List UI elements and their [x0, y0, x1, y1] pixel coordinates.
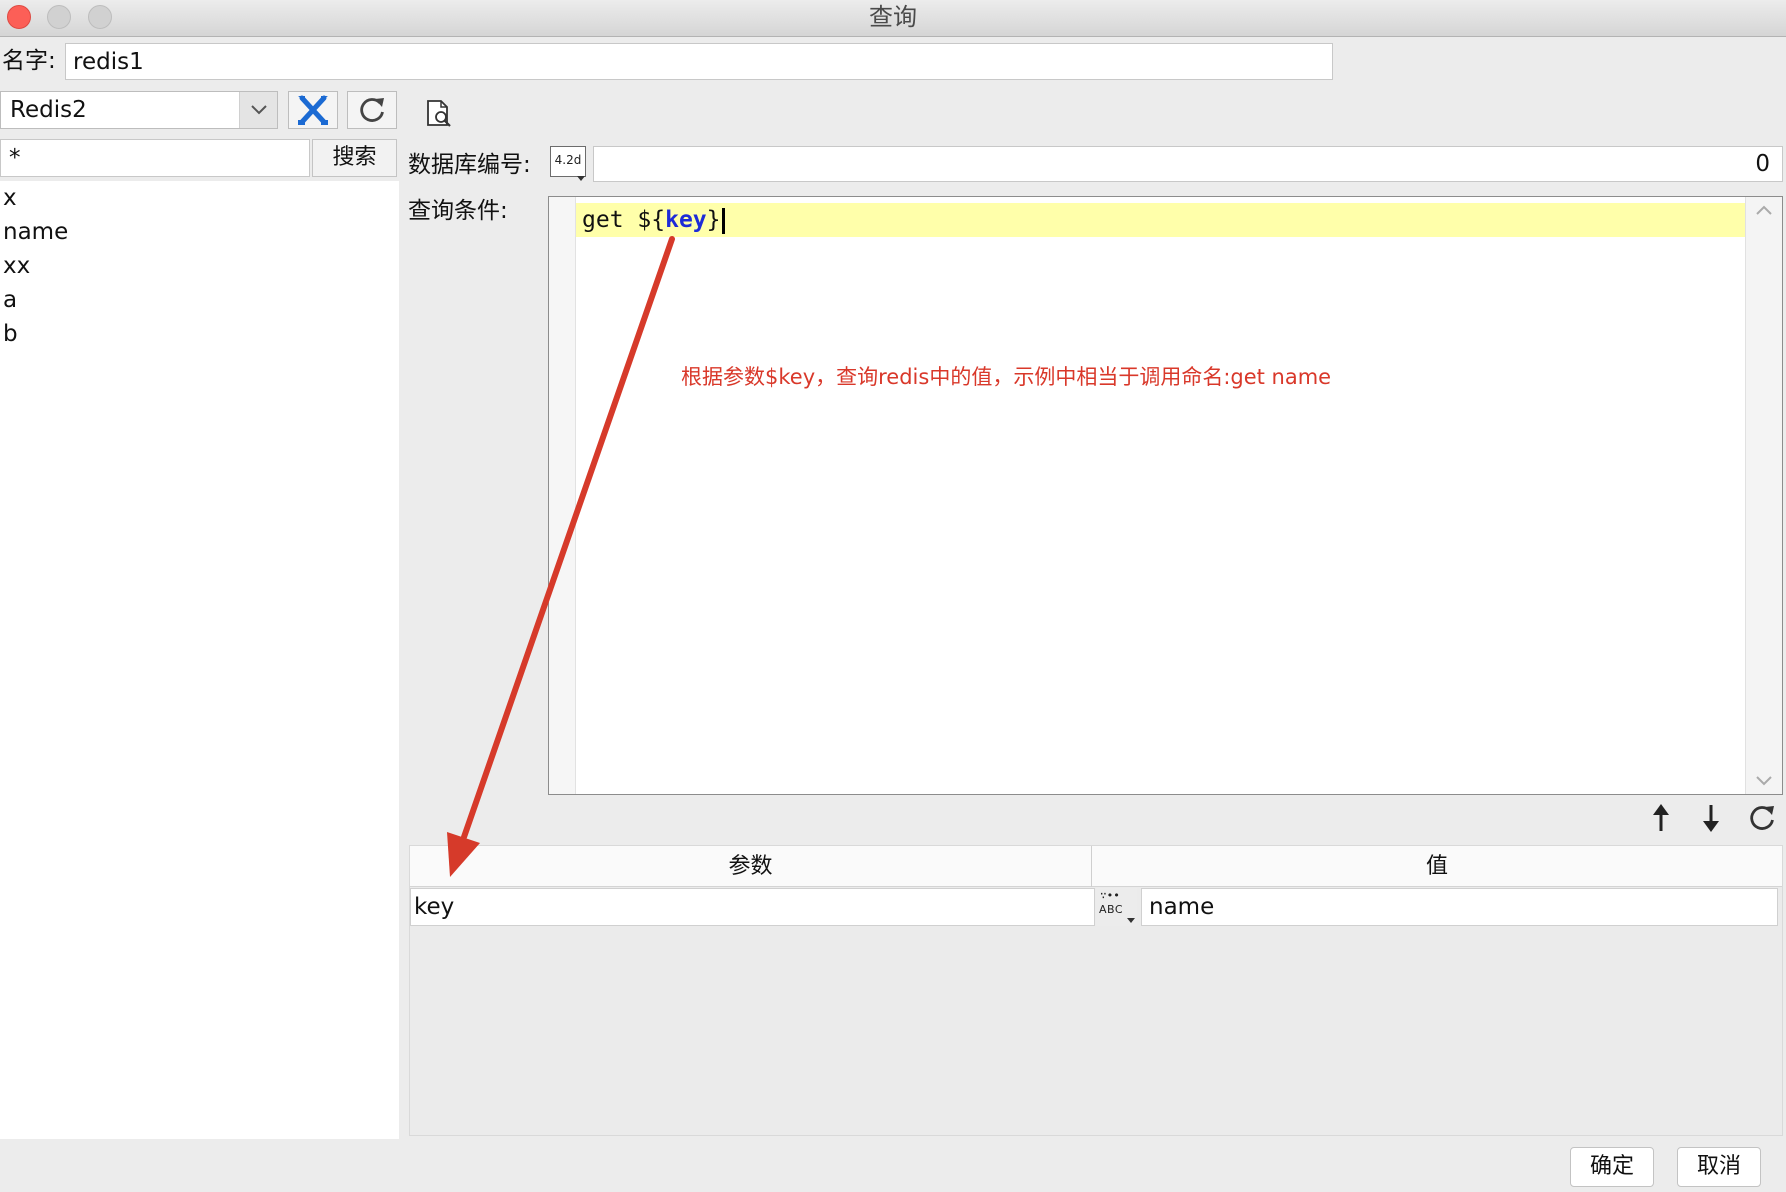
reload-parameters-button[interactable]	[1747, 802, 1777, 834]
refresh-icon	[1750, 806, 1774, 830]
preview-button[interactable]	[424, 98, 454, 128]
column-header-param[interactable]: 参数	[410, 846, 1092, 887]
name-input[interactable]	[65, 43, 1333, 80]
refresh-datasource-button[interactable]	[347, 91, 397, 129]
code-suffix: }	[706, 207, 721, 233]
table-row: key ∵•• ABC name	[410, 888, 1782, 926]
editor-scrollbar[interactable]	[1745, 197, 1782, 794]
arrow-up-icon	[1653, 804, 1669, 831]
move-up-button[interactable]	[1646, 802, 1676, 834]
text-cursor	[721, 207, 725, 234]
type-icon-label: ABC	[1099, 903, 1124, 916]
title-bar: 查询	[0, 0, 1786, 37]
db-number-label: 数据库编号:	[408, 152, 531, 178]
parameters-table: 参数 值 key ∵•• ABC name	[409, 845, 1783, 1136]
refresh-icon	[360, 98, 384, 122]
arrow-down-icon	[1703, 805, 1719, 832]
editor-gutter	[549, 197, 576, 794]
key-list-item[interactable]: a	[3, 283, 17, 317]
code-parameter: key	[665, 207, 707, 233]
datasource-select[interactable]: Redis2	[0, 91, 278, 129]
key-list-item[interactable]: name	[3, 215, 68, 249]
table-header: 参数 值	[410, 846, 1782, 887]
move-down-button[interactable]	[1696, 802, 1726, 834]
name-label: 名字:	[2, 48, 56, 74]
search-button[interactable]: 搜索	[312, 139, 397, 177]
cancel-button[interactable]: 取消	[1677, 1147, 1761, 1187]
current-line-highlight	[576, 203, 1747, 237]
key-list-item[interactable]: b	[3, 317, 18, 351]
param-value-cell[interactable]: name	[1141, 888, 1778, 926]
window-title: 查询	[869, 3, 917, 31]
caret-down-icon	[577, 176, 585, 181]
query-editor[interactable]: get ${key}	[548, 196, 1783, 795]
key-list: x name xx a b	[0, 181, 399, 1139]
datasource-selected-value: Redis2	[10, 97, 87, 123]
key-list-item[interactable]: x	[3, 181, 17, 215]
datasource-config-button[interactable]	[288, 91, 338, 129]
query-code-line[interactable]: get ${key}	[582, 203, 725, 237]
caret-down-icon	[1127, 918, 1135, 923]
chevron-down-icon[interactable]	[1754, 774, 1774, 788]
key-search-input[interactable]	[0, 139, 310, 177]
tools-icon	[298, 95, 328, 125]
key-list-item[interactable]: xx	[3, 249, 30, 283]
document-search-icon	[427, 100, 451, 127]
chevron-down-icon[interactable]	[239, 92, 277, 128]
db-number-input[interactable]	[593, 146, 1783, 182]
query-condition-label: 查询条件:	[408, 198, 508, 224]
chevron-up-icon[interactable]	[1754, 203, 1774, 217]
type-icon-dots: ∵••	[1100, 889, 1120, 902]
code-prefix: get ${	[582, 207, 666, 233]
text-type-icon[interactable]: ∵•• ABC	[1096, 888, 1137, 926]
ok-button[interactable]: 确定	[1570, 1147, 1654, 1187]
column-header-value[interactable]: 值	[1092, 846, 1782, 887]
annotation-text: 根据参数$key，查询redis中的值，示例中相当于调用命名:get name	[681, 365, 1332, 389]
number-type-icon[interactable]: 4.2d	[550, 146, 586, 177]
param-name-cell[interactable]: key	[410, 888, 1095, 926]
